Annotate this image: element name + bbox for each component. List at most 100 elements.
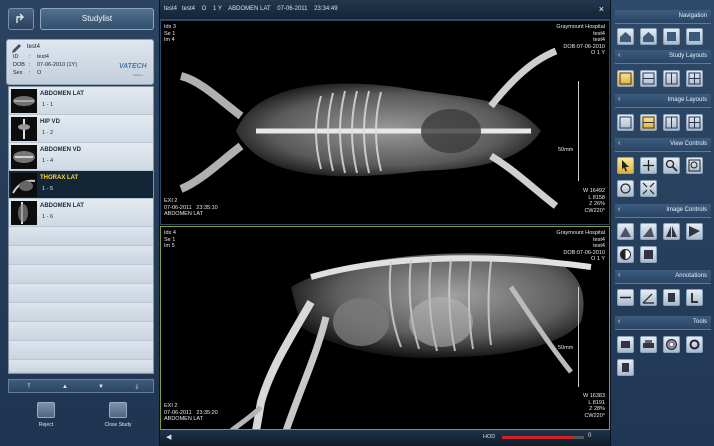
left-bottom-tools: Reject Close Study bbox=[0, 396, 160, 446]
close-viewer-icon[interactable]: × bbox=[599, 4, 604, 14]
export-button[interactable] bbox=[617, 336, 634, 353]
reject-button[interactable]: Reject bbox=[24, 402, 68, 438]
study-layout-2x1-button[interactable] bbox=[640, 70, 657, 87]
section-annotations[interactable]: ‹ Annotations bbox=[615, 270, 711, 284]
pane1-scale-bar bbox=[578, 81, 579, 181]
nav-first-study-button[interactable] bbox=[617, 28, 634, 45]
pane2-top-left-info: Idx 4 Se 1 Im 5 bbox=[164, 230, 176, 249]
empty-list-row bbox=[9, 360, 153, 373]
patient-sex-row: Sex: O bbox=[13, 70, 42, 76]
magnify-glass-button[interactable] bbox=[686, 157, 703, 174]
nav-last-study-button[interactable] bbox=[686, 28, 703, 45]
series-item[interactable]: HIP VD 1 - 2 bbox=[9, 115, 153, 143]
pane2-bottom-right-info: W 16383 L 8191 Z 28% CW220° bbox=[582, 393, 605, 419]
pane1-top-left-info: Idx 3 Se 1 Im 4 bbox=[164, 24, 176, 43]
layout-rows-icon bbox=[642, 116, 655, 129]
studylist-button[interactable]: Studylist bbox=[40, 8, 154, 30]
series-item[interactable]: ABDOMEN VD 1 - 4 bbox=[9, 143, 153, 171]
hod-slider[interactable] bbox=[502, 436, 584, 439]
reset-image-button[interactable] bbox=[640, 246, 657, 263]
section-study-layouts[interactable]: ‹ Study Layouts bbox=[615, 50, 711, 64]
image-layout-2x1-button[interactable] bbox=[640, 114, 657, 131]
first-series-button[interactable]: ⤒ bbox=[19, 382, 39, 392]
angle-tool-button[interactable] bbox=[640, 289, 657, 306]
info-icon bbox=[622, 363, 629, 372]
study-layout-1x1-button[interactable] bbox=[617, 70, 634, 87]
series-thumbnail bbox=[11, 201, 37, 225]
export-icon bbox=[621, 341, 630, 348]
series-item[interactable]: ABDOMEN LAT 1 - 1 bbox=[9, 87, 153, 115]
cursor-arrow-icon bbox=[622, 160, 629, 172]
zoom-tool-button[interactable] bbox=[663, 157, 680, 174]
image-layout-2x2-button[interactable] bbox=[686, 114, 703, 131]
image-viewer: test4 test4 O 1 Y ABDOMEN LAT 07-06-2011… bbox=[160, 0, 610, 446]
section-tools[interactable]: ‹ Tools bbox=[615, 316, 711, 330]
nav-image-icon bbox=[689, 32, 700, 41]
footer-back-icon[interactable]: ◀ bbox=[166, 433, 171, 441]
viewer-title: test4 test4 O 1 Y ABDOMEN LAT 07-06-2011… bbox=[164, 6, 338, 12]
series-thumbnail bbox=[11, 173, 37, 197]
pane2-top-right-info: Graymount Hospital test4 test4 DOB:07-06… bbox=[556, 230, 605, 262]
empty-list-row bbox=[9, 322, 153, 341]
hod-slider-end-label: 0 bbox=[588, 433, 592, 439]
series-list: ABDOMEN LAT 1 - 1 HIP VD 1 - 2 ABDOMEN V… bbox=[8, 86, 154, 374]
nav-house-icon bbox=[643, 32, 654, 42]
text-annotation-button[interactable] bbox=[663, 289, 680, 306]
series-item-active[interactable]: THORAX LAT 1 - 5 bbox=[9, 171, 153, 199]
last-series-button[interactable]: ⤓ bbox=[127, 382, 147, 392]
xray-image-abdomen-vd[interactable] bbox=[161, 21, 610, 225]
nav-next-study-button[interactable] bbox=[663, 28, 680, 45]
print-button[interactable] bbox=[640, 336, 657, 353]
reset-icon bbox=[644, 250, 653, 259]
nav-prev-study-button[interactable] bbox=[640, 28, 657, 45]
magnify-window-icon bbox=[688, 159, 701, 172]
image-layout-1x2-button[interactable] bbox=[663, 114, 680, 131]
layout-grid-icon bbox=[688, 116, 701, 129]
next-series-button[interactable]: ▼ bbox=[91, 382, 111, 392]
pointer-tool-button[interactable] bbox=[617, 157, 634, 174]
fit-to-window-button[interactable] bbox=[617, 180, 634, 197]
label-l-icon bbox=[691, 293, 698, 303]
actual-size-button[interactable] bbox=[640, 180, 657, 197]
empty-list-row bbox=[9, 227, 153, 246]
section-navigation[interactable]: Navigation bbox=[615, 10, 711, 24]
study-layout-2x2-button[interactable] bbox=[686, 70, 703, 87]
study-layout-1x2-button[interactable] bbox=[663, 70, 680, 87]
viewer-title-bar: test4 test4 O 1 Y ABDOMEN LAT 07-06-2011… bbox=[160, 0, 610, 20]
image-layout-1x1-button[interactable] bbox=[617, 114, 634, 131]
angle-icon bbox=[642, 293, 654, 304]
info-button[interactable] bbox=[617, 359, 634, 376]
image-pane-2[interactable]: Idx 4 Se 1 Im 5 Graymount Hospital test4… bbox=[160, 226, 610, 430]
empty-list-row bbox=[9, 284, 153, 303]
xray-image-thorax-lat[interactable] bbox=[161, 227, 610, 430]
layout-single-icon bbox=[619, 116, 632, 129]
ruler-icon bbox=[620, 296, 631, 299]
nav-zoom-page-icon bbox=[667, 32, 676, 41]
section-image-controls[interactable]: ‹ Image Controls bbox=[615, 204, 711, 218]
rotate-right-icon bbox=[643, 227, 654, 237]
settings-button[interactable] bbox=[686, 336, 703, 353]
pan-icon bbox=[643, 160, 654, 171]
ruler-tool-button[interactable] bbox=[617, 289, 634, 306]
label-tool-button[interactable] bbox=[686, 289, 703, 306]
close-study-button[interactable]: Close Study bbox=[96, 402, 140, 438]
cd-icon bbox=[666, 339, 677, 350]
prev-series-button[interactable]: ▲ bbox=[55, 382, 75, 392]
flip-vertical-button[interactable] bbox=[686, 223, 703, 240]
invert-button[interactable] bbox=[617, 246, 634, 263]
series-thumbnail bbox=[11, 117, 37, 141]
vatech-logo: VATECH bbox=[119, 63, 147, 70]
burn-cd-button[interactable] bbox=[663, 336, 680, 353]
image-pane-1[interactable]: Idx 3 Se 1 Im 4 Graymount Hospital test4… bbox=[160, 20, 610, 225]
flip-horizontal-button[interactable] bbox=[663, 223, 680, 240]
section-image-layouts[interactable]: ‹ Image Layouts bbox=[615, 94, 711, 108]
gear-icon bbox=[689, 339, 700, 350]
pan-tool-button[interactable] bbox=[640, 157, 657, 174]
home-button[interactable] bbox=[8, 8, 34, 30]
rotate-left-button[interactable] bbox=[617, 223, 634, 240]
empty-list-row bbox=[9, 303, 153, 322]
series-item[interactable]: ABDOMEN LAT 1 - 6 bbox=[9, 199, 153, 227]
section-view-controls[interactable]: ‹ View Controls bbox=[615, 138, 711, 152]
rotate-right-button[interactable] bbox=[640, 223, 657, 240]
pen-icon[interactable] bbox=[11, 43, 23, 54]
